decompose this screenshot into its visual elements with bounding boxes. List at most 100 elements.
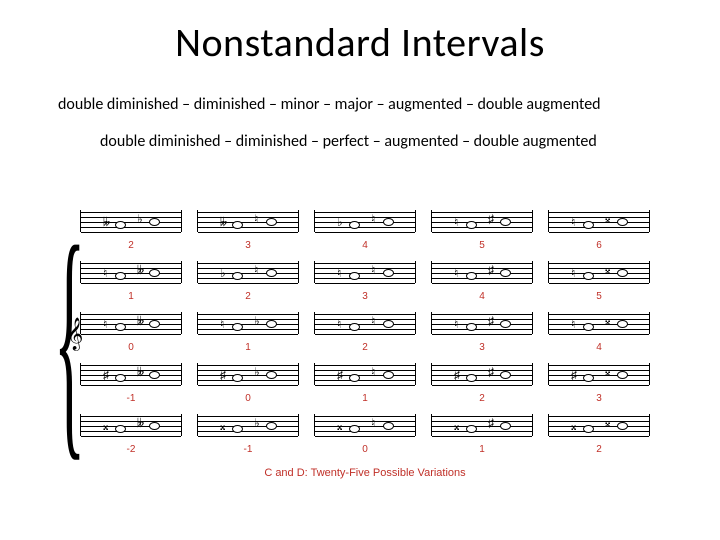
whole-note-1: [466, 323, 477, 331]
note-group: ♯♮: [315, 363, 415, 385]
note-group: 𝄪𝄫: [81, 414, 181, 436]
accidental-1: ♭: [337, 216, 343, 228]
accidental-1: 𝄫: [220, 216, 227, 228]
mini-staff: ♮𝄪: [548, 210, 650, 232]
note-group: ♮𝄫: [81, 312, 181, 334]
mini-staff: ♯𝄫: [80, 363, 182, 385]
mini-staff: 𝄫♮: [197, 210, 299, 232]
interval-number: 6: [548, 240, 650, 251]
interval-number: 1: [80, 291, 182, 302]
whole-note-2: [617, 269, 628, 277]
note-group: ♯𝄫: [81, 363, 181, 385]
whole-note-1: [583, 323, 594, 331]
mini-staff: 𝄪♯: [431, 414, 533, 436]
interval-number: 0: [80, 342, 182, 353]
whole-note-1: [115, 221, 126, 229]
note-group: ♯♭: [198, 363, 298, 385]
staff-cell: ♭♮: [314, 210, 416, 232]
accidental-1: ♯: [571, 369, 577, 381]
staff-cell: 𝄫♮: [197, 210, 299, 232]
whole-note-1: [583, 374, 594, 382]
mini-staff: ♮♯: [431, 210, 533, 232]
whole-note-1: [466, 221, 477, 229]
interval-number: 2: [314, 342, 416, 353]
staff-cell: ♯♮: [314, 363, 416, 385]
note-group: ♮♯: [432, 312, 532, 334]
accidental-1: ♯: [103, 369, 109, 381]
whole-note-1: [349, 374, 360, 382]
accidental-1: 𝄪: [220, 420, 225, 432]
whole-note-2: [266, 371, 277, 379]
note-group: ♮♭: [198, 312, 298, 334]
mini-staff: ♮𝄪: [548, 312, 650, 334]
mini-staff: ♮♮: [314, 312, 416, 334]
staff-cell: ♭♮: [197, 261, 299, 283]
accidental-1: ♮: [337, 318, 341, 330]
number-row: 23456: [80, 240, 650, 251]
note-group: ♮♯: [432, 210, 532, 232]
accidental-1: ♯: [337, 369, 343, 381]
accidental-2: 𝄪: [605, 366, 610, 378]
whole-note-2: [383, 320, 394, 328]
whole-note-2: [617, 371, 628, 379]
mini-staff: ♭♮: [314, 210, 416, 232]
mini-staff: ♮♮: [314, 261, 416, 283]
interval-number: 3: [197, 240, 299, 251]
accidental-2: ♮: [254, 264, 258, 276]
accidental-1: 𝄪: [454, 420, 459, 432]
figure-caption: C and D: Twenty-Five Possible Variations: [80, 467, 650, 479]
staff-cell: ♮♭: [197, 312, 299, 334]
whole-note-1: [349, 221, 360, 229]
whole-note-2: [500, 218, 511, 226]
whole-note-1: [583, 272, 594, 280]
staff-cell: ♮𝄪: [548, 261, 650, 283]
staff-cell: ♮♮: [314, 261, 416, 283]
staff-row: ♯𝄫♯♭♯♮♯♯♯𝄪: [80, 363, 650, 385]
staff-cell: 𝄪♮: [314, 414, 416, 436]
staff-cell: 𝄪𝄪: [548, 414, 650, 436]
whole-note-2: [383, 422, 394, 430]
accidental-2: ♭: [137, 213, 143, 225]
whole-note-2: [500, 269, 511, 277]
staff-cell: ♮♯: [431, 210, 533, 232]
staff-row: ♮𝄫♭♮♮♮♮♯♮𝄪: [80, 261, 650, 283]
accidental-1: ♮: [220, 318, 224, 330]
mini-staff: ♭♮: [197, 261, 299, 283]
interval-number: 5: [548, 291, 650, 302]
interval-number: 2: [197, 291, 299, 302]
whole-note-2: [149, 269, 160, 277]
mini-staff: ♯♮: [314, 363, 416, 385]
interval-number: 2: [80, 240, 182, 251]
interval-number: -1: [80, 393, 182, 404]
mini-staff: 𝄫♭: [80, 210, 182, 232]
interval-number: 2: [431, 393, 533, 404]
mini-staff: ♯𝄪: [548, 363, 650, 385]
whole-note-2: [617, 218, 628, 226]
staff-cell: ♮♮: [314, 312, 416, 334]
note-group: ♮𝄪: [549, 312, 649, 334]
staff-cell: ♯𝄫: [80, 363, 182, 385]
accidental-2: 𝄫: [137, 315, 144, 327]
whole-note-2: [149, 218, 160, 226]
accidental-2: 𝄫: [137, 264, 144, 276]
interval-number: 0: [197, 393, 299, 404]
interval-number: 0: [314, 444, 416, 455]
accidental-1: 𝄪: [103, 420, 108, 432]
accidental-1: ♮: [103, 318, 107, 330]
whole-note-2: [383, 371, 394, 379]
staff-cell: ♮𝄫: [80, 312, 182, 334]
staff-cell: ♮♯: [431, 261, 533, 283]
accidental-2: ♮: [371, 315, 375, 327]
whole-note-1: [232, 425, 243, 433]
whole-note-2: [617, 320, 628, 328]
mini-staff: 𝄪♮: [314, 414, 416, 436]
note-group: ♮𝄪: [549, 261, 649, 283]
note-group: ♮♯: [432, 261, 532, 283]
staff-cell: 𝄪♭: [197, 414, 299, 436]
mini-staff: ♯♯: [431, 363, 533, 385]
accidental-2: ♮: [371, 264, 375, 276]
accidental-1: ♮: [454, 267, 458, 279]
number-row: 12345: [80, 291, 650, 302]
accidental-1: 𝄪: [337, 420, 342, 432]
whole-note-1: [349, 323, 360, 331]
